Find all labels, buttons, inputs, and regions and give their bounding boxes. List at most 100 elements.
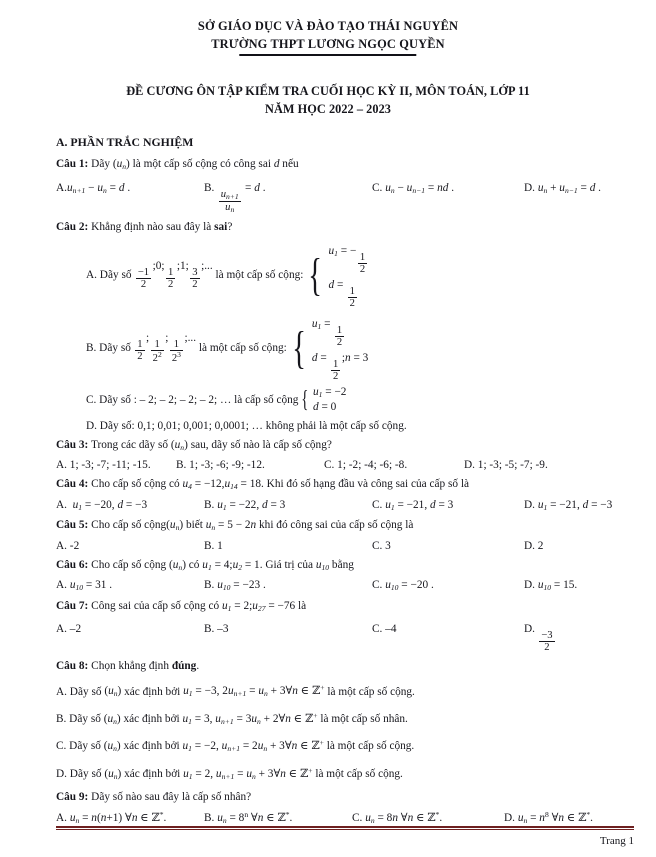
question-2-option-a-system: { u1 = −1 2 d = 12 (308, 245, 368, 309)
question-1-option-c[interactable]: C. un − un−1 = nd . (372, 182, 524, 195)
question-7-label: Câu 7: (56, 599, 89, 612)
question-9-option-a[interactable]: A. un = n(n+1) ∀n ∈ ℤ*. (56, 810, 204, 825)
question-3-option-c[interactable]: C. 1; -2; -4; -6; -8. (324, 459, 464, 471)
question-1-option-d[interactable]: D. un + un−1 = d . (524, 182, 601, 195)
question-8: Câu 8: Chọn khẳng định đúng. (56, 659, 634, 675)
question-7-option-b[interactable]: B. –3 (204, 623, 372, 635)
question-3-option-a[interactable]: A. 1; -3; -7; -11; -15. (56, 459, 176, 471)
question-1-text-a: Dãy (91, 158, 110, 170)
question-4-option-a[interactable]: A. u1 = −20, d = −3 (56, 499, 204, 512)
school-underline (239, 53, 417, 56)
question-6-option-d[interactable]: D. u10 = 15. (524, 579, 577, 592)
question-6-option-d-letter: D. (524, 579, 535, 592)
question-5-text-b: biết (185, 519, 203, 532)
question-1-option-a[interactable]: A.un+1 − un = d . (56, 182, 204, 195)
question-9-option-d[interactable]: D. un = n8 ∀n ∈ ℤ*. (504, 810, 593, 825)
question-3-option-b[interactable]: B. 1; -3; -6; -9; -12. (176, 459, 324, 471)
question-4-given: u4 = −12,u14 = 18 (182, 478, 262, 492)
question-8-option-d-suffix: là một cấp số cộng. (315, 767, 403, 780)
question-3-seq: (un) (170, 438, 188, 452)
question-6-label: Câu 6: (56, 558, 89, 571)
question-4-label: Câu 4: (56, 478, 89, 491)
question-5-text-a: Cho cấp số cộng (91, 519, 167, 532)
question-8-option-c-formula: u1 = −2, un+1 = 2un + 3∀n ∈ ℤ+ (182, 738, 324, 754)
question-6-option-c[interactable]: C. u10 = −20 . (372, 579, 524, 592)
question-8-label: Câu 8: (56, 660, 89, 673)
question-7-option-d[interactable]: D. −3 2 (524, 623, 556, 653)
question-3-text-b: sau, dãy số nào là cấp số cộng? (190, 438, 332, 451)
question-5-option-b[interactable]: B. 1 (204, 540, 372, 552)
school-year: NĂM HỌC 2022 – 2023 (265, 101, 391, 116)
question-2-option-a-prefix: A. Dãy số (86, 268, 132, 281)
question-9-options: A. un = n(n+1) ∀n ∈ ℤ*. B. un = 8n ∀n ∈ … (56, 810, 634, 825)
question-2-option-a[interactable]: A. Dãy số −1 2 ;0; 1 2 ;1; 3 2;... là một cấp s… (56, 241, 634, 309)
question-9: Câu 9: Dãy số nào sau đây là cấp số nhân… (56, 790, 634, 806)
question-5-option-c[interactable]: C. 3 (372, 540, 524, 552)
question-9-option-c[interactable]: C. un = 8n ∀n ∈ ℤ*. (352, 810, 504, 825)
question-4-option-b[interactable]: B. u1 = −22, d = 3 (204, 499, 372, 512)
question-9-option-d-letter: D. (504, 811, 515, 824)
question-9-text: Dãy số nào sau đây là cấp số nhân? (91, 791, 252, 804)
question-7-text-a: Công sai của cấp số cộng có (91, 599, 220, 612)
question-6-text-a: Cho cấp số cộng (91, 558, 167, 571)
exam-title-block: ĐỀ CƯƠNG ÔN TẬP KIỂM TRA CUỐI HỌC KỲ II,… (0, 83, 656, 118)
question-8-option-c[interactable]: C. Dãy số (un) xác định bởi u1 = −2, un+… (56, 735, 634, 756)
question-3: Câu 3: Trong các dãy số (un) sau, dãy số… (56, 438, 634, 456)
question-7-option-a[interactable]: A. –2 (56, 623, 204, 635)
question-4-option-c[interactable]: C. u1 = −21, d = 3 (372, 499, 524, 512)
question-2-option-b-sequence: 1 2; 1 22; 1 23;... (135, 331, 197, 364)
question-4-option-d[interactable]: D. u1 = −21, d = −3 (524, 499, 612, 512)
department-name: SỞ GIÁO DỤC VÀ ĐÀO TẠO THÁI NGUYÊN (197, 19, 459, 33)
question-2-label: Câu 2: (56, 220, 89, 233)
question-2-option-c[interactable]: C. Dãy số : – 2; – 2; – 2; – 2; … là cấp… (56, 386, 634, 415)
question-1-label: Câu 1: (56, 158, 89, 170)
question-8-option-b-suffix: là một cấp số nhân. (320, 712, 408, 725)
question-1: Câu 1: Dãy (un) là một cấp số cộng có cô… (56, 157, 634, 175)
question-3-options: A. 1; -3; -7; -11; -15. B. 1; -3; -6; -9… (56, 459, 634, 471)
question-3-option-d[interactable]: D. 1; -3; -5; -7; -9. (464, 459, 548, 471)
exam-content: A. PHẦN TRẮC NGHIỆM Câu 1: Dãy (un) là m… (0, 135, 656, 825)
question-8-option-d[interactable]: D. Dãy số (un) xác định bởi u1 = 2, un+1… (56, 763, 634, 784)
question-2: Câu 2: Khẳng định nào sau đây là sai? (56, 220, 634, 236)
question-4-text-b: . Khi đó số hạng đầu và công sai của cấp… (261, 478, 470, 491)
question-1-option-a-letter: A. (56, 181, 67, 194)
question-6-option-a[interactable]: A. u10 = 31 . (56, 579, 204, 592)
question-7-text-b: là (298, 599, 307, 612)
question-2-option-d[interactable]: D. Dãy số: 0,1; 0,01; 0,001; 0,0001; … k… (56, 420, 634, 432)
question-1-option-b-letter: B. (204, 181, 215, 194)
question-1-options: A.un+1 − un = d . B. un+1 un = d . C. un… (56, 182, 634, 214)
question-8-option-d-prefix: D. Dãy số (56, 767, 102, 780)
question-8-option-d-mid: xác định bởi (124, 767, 181, 780)
section-heading: A. PHẦN TRẮC NGHIỆM (56, 135, 194, 149)
question-5-text-c: khi đó công sai của cấp số cộng là (259, 519, 414, 532)
school-name: TRƯỜNG THPT LƯƠNG NGỌC QUYỀN (211, 37, 445, 51)
question-6-option-b[interactable]: B. u10 = −23 . (204, 579, 372, 592)
question-6-option-a-letter: A. (56, 579, 67, 592)
question-6-seq: (un) (168, 558, 186, 572)
question-7: Câu 7: Công sai của cấp số cộng có u1 = … (56, 599, 634, 617)
question-1-option-b[interactable]: B. un+1 un = d . (204, 182, 372, 214)
question-5-option-a[interactable]: A. -2 (56, 540, 204, 552)
question-7-options: A. –2 B. –3 C. –4 D. −3 2 (56, 623, 634, 653)
question-3-label: Câu 3: (56, 438, 89, 451)
question-9-option-b[interactable]: B. un = 8n ∀n ∈ ℤ*. (204, 810, 352, 825)
question-8-option-a-mid: xác định bởi (124, 685, 181, 698)
question-8-option-a-suffix: là một cấp số cộng. (327, 685, 415, 698)
question-2-option-b[interactable]: B. Dãy số 1 2; 1 22; 1 23;... là một cấp số c… (56, 314, 634, 382)
question-8-option-a[interactable]: A. Dãy số (un) xác định bởi u1 = −3, 2un… (56, 681, 634, 702)
question-8-option-b[interactable]: B. Dãy số (un) xác định bởi u1 = 3, un+1… (56, 708, 634, 729)
question-1-text-c: nếu (282, 158, 299, 170)
question-5-seq: (un) (166, 519, 184, 533)
question-7-option-d-letter: D. (524, 623, 535, 636)
question-1-option-c-letter: C. (372, 181, 383, 194)
question-5-formula: un = 5 − 2n (205, 519, 257, 533)
question-9-label: Câu 9: (56, 791, 89, 804)
question-1-option-d-letter: D. (524, 181, 535, 194)
question-5-option-d[interactable]: D. 2 (524, 540, 543, 552)
question-5: Câu 5: Cho cấp số cộng(un) biết un = 5 −… (56, 518, 634, 536)
question-6: Câu 6: Cho cấp số cộng (un) có u1 = 4;u2… (56, 558, 634, 576)
question-7-option-c[interactable]: C. –4 (372, 623, 524, 635)
question-8-option-b-prefix: B. Dãy số (56, 712, 101, 725)
question-3-text-a: Trong các dãy số (90, 438, 169, 451)
question-2-option-a-mid: là một cấp số cộng: (215, 268, 304, 281)
